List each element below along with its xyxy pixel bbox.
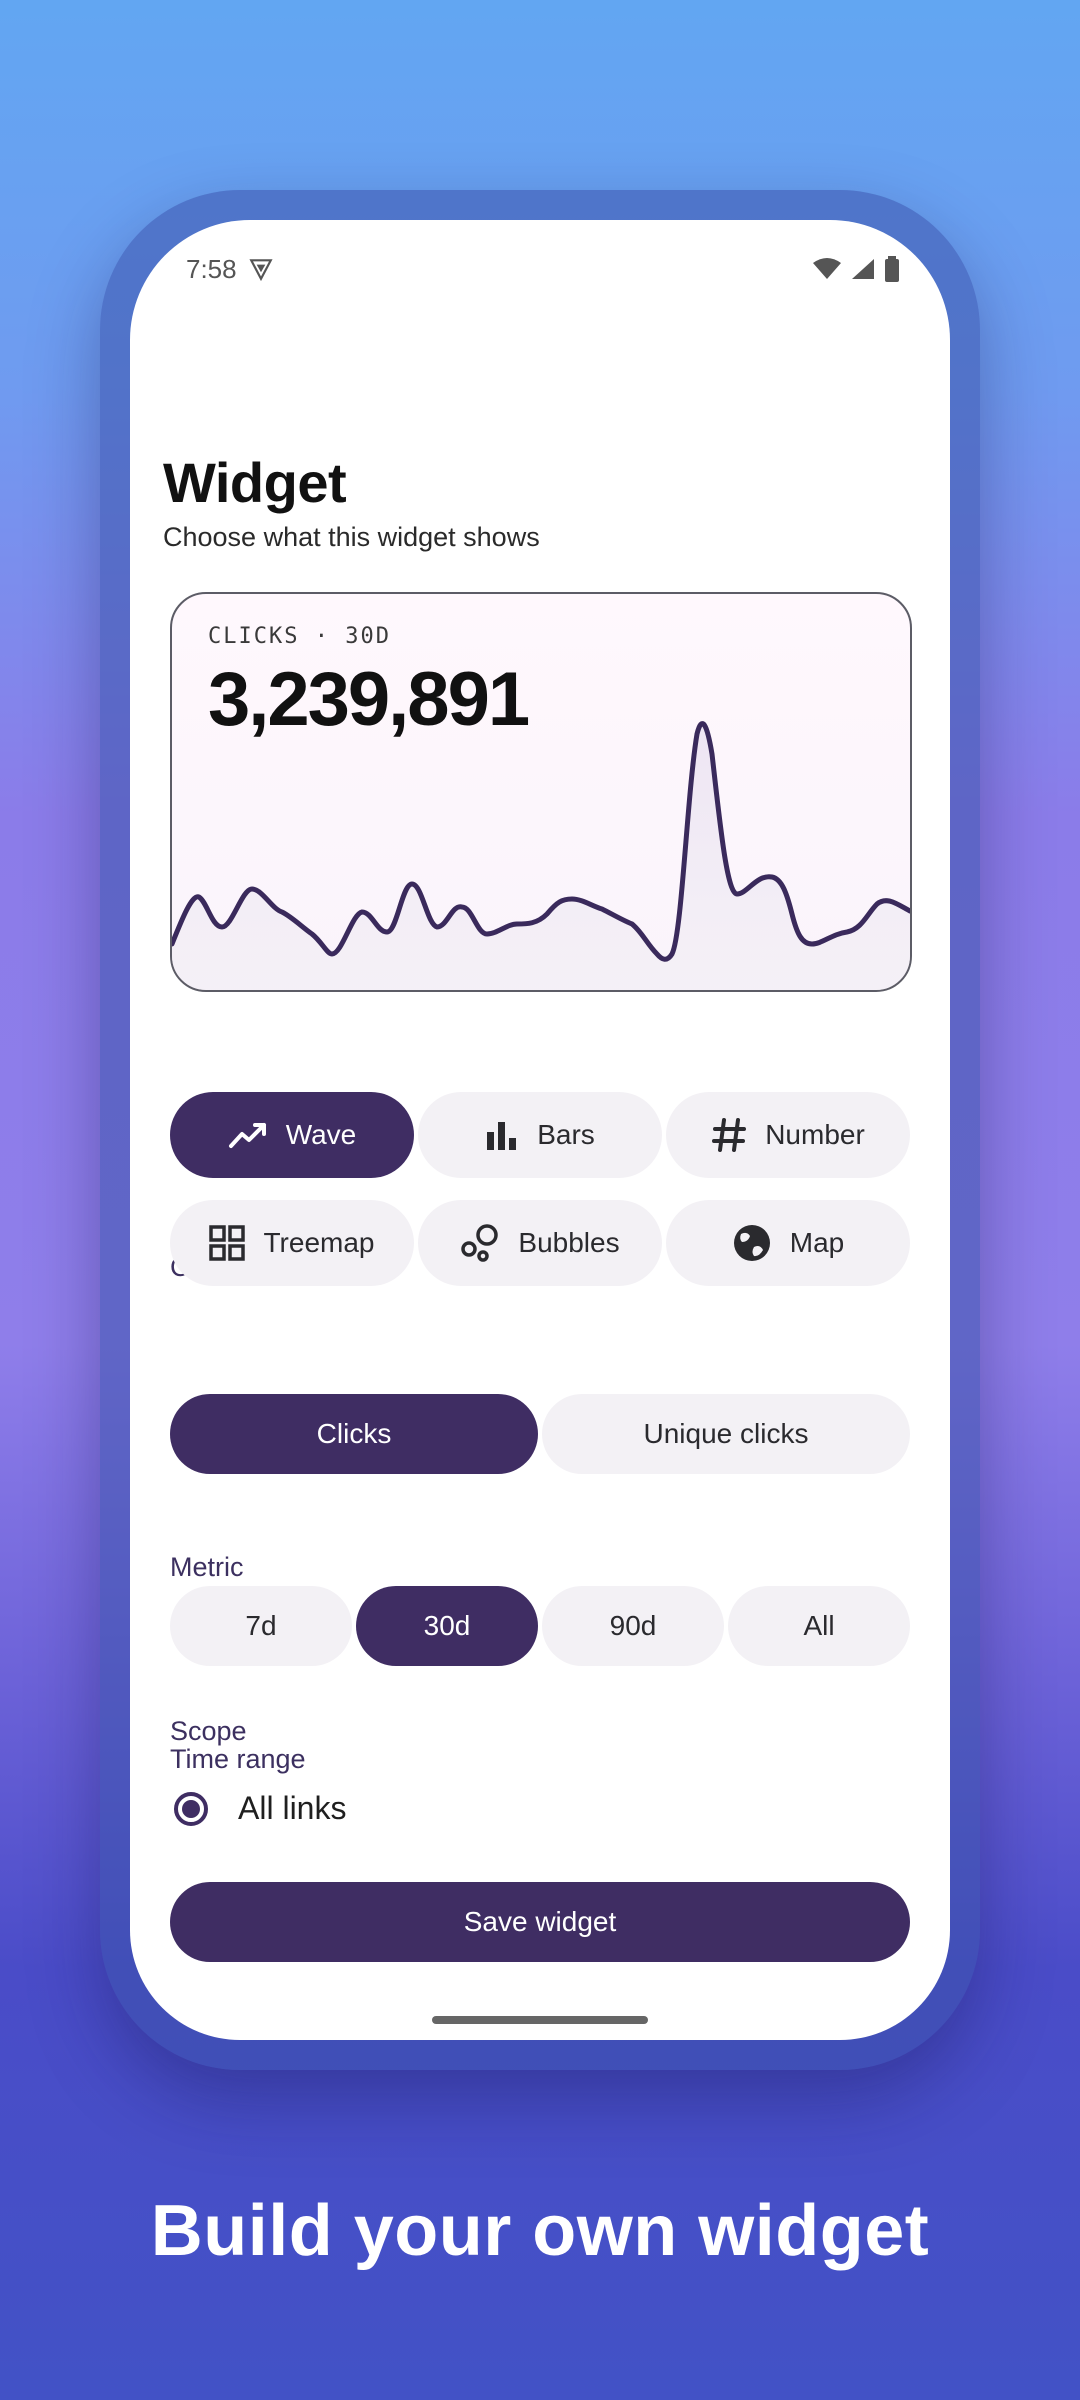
chart-option-label: Wave (285, 1119, 357, 1150)
widget-preview-card: CLICKS · 30D 3,239,891 (170, 592, 912, 992)
promo-caption: Build your own widget (150, 2191, 930, 2271)
chart-option-label: Number (765, 1119, 865, 1150)
phone-screen: 7:58 Widget Choose what this widget show… (130, 220, 950, 2040)
status-icons (812, 256, 900, 287)
radio-button[interactable] (174, 1791, 208, 1826)
chart-option-label: Bars (537, 1119, 595, 1150)
home-indicator (432, 2016, 648, 2024)
scope-section-label: Scope (170, 1716, 247, 1746)
wifi-icon (812, 257, 842, 286)
status-time: 7:58 (186, 254, 237, 284)
metric-option-clicks[interactable]: Clicks (170, 1394, 538, 1474)
shield-icon (248, 256, 274, 287)
preview-metric-value: 3,239,891 (208, 657, 530, 742)
chart-option-bubbles[interactable]: Bubbles (418, 1200, 662, 1286)
time-option-all[interactable]: All (728, 1586, 910, 1666)
page-subtitle: Choose what this widget shows (163, 522, 540, 552)
bubbles-icon (460, 1224, 500, 1262)
radio-selected-dot (182, 1799, 200, 1818)
page-title: Widget (163, 451, 347, 514)
wave-area (172, 723, 910, 990)
metric-section-label: Metric (170, 1552, 244, 1582)
chart-option-map[interactable]: Map (666, 1200, 910, 1286)
time-option-7d[interactable]: 7d (170, 1586, 352, 1666)
globe-icon (732, 1223, 772, 1263)
time-option-30d[interactable]: 30d (356, 1586, 538, 1666)
time-range-section-label: Time range (170, 1744, 306, 1774)
signal-icon (850, 257, 876, 286)
chart-option-label: Map (789, 1227, 845, 1258)
preview-metric-label: CLICKS · 30D (208, 624, 391, 649)
chart-option-wave[interactable]: Wave (170, 1092, 414, 1178)
scope-option-all-links[interactable]: All links (174, 1790, 346, 1827)
chart-option-label: Treemap (263, 1227, 375, 1258)
battery-icon (884, 256, 900, 287)
chart-option-bars[interactable]: Bars (418, 1092, 662, 1178)
wave-preview-chart (172, 721, 910, 990)
trending-up-icon (228, 1120, 268, 1150)
time-option-90d[interactable]: 90d (542, 1586, 724, 1666)
scope-option-label: All links (238, 1790, 347, 1826)
chart-option-label: Bubbles (518, 1227, 620, 1258)
status-bar: 7:58 (130, 220, 950, 320)
save-widget-button[interactable]: Save widget (170, 1882, 910, 1962)
chart-option-treemap[interactable]: Treemap (170, 1200, 414, 1286)
hash-icon (711, 1117, 747, 1153)
grid-icon (209, 1225, 246, 1261)
chart-option-number[interactable]: Number (666, 1092, 910, 1178)
bar-chart-icon (485, 1118, 519, 1152)
metric-option-unique-clicks[interactable]: Unique clicks (542, 1394, 910, 1474)
